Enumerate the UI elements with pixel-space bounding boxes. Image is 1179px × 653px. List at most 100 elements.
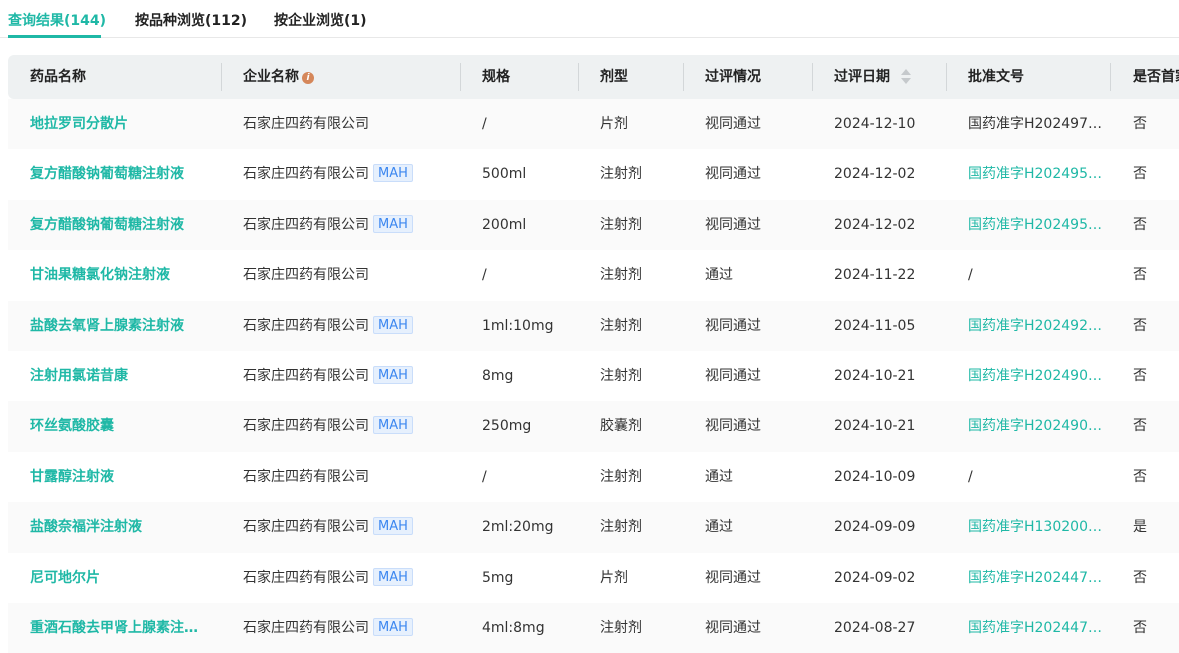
first-approval-cell: 否 xyxy=(1133,267,1147,284)
column-divider xyxy=(812,63,813,91)
table-row[interactable]: 复方醋酸钠葡萄糖注射液 石家庄四药有限公司 MAH 200ml 注射剂 视同通过 … xyxy=(8,199,1179,251)
drug-name-link[interactable]: 复方醋酸钠葡萄糖注射液 xyxy=(30,200,184,250)
drug-name-link[interactable]: 尼可地尔片 xyxy=(30,553,100,603)
company-cell: 石家庄四药有限公司 MAH xyxy=(243,553,413,603)
spec-cell: 5mg xyxy=(482,569,514,586)
approval-number-cell: / xyxy=(968,267,973,284)
evaluation-date-cell: 2024-11-22 xyxy=(834,267,916,284)
approval-number-link[interactable]: 国药准字H202490… xyxy=(968,401,1102,451)
table-row[interactable]: 地拉罗司分散片 石家庄四药有限公司 / 片剂 视同通过 2024-12-10 国… xyxy=(8,99,1179,150)
col-evaluation-status: 过评情况 xyxy=(705,69,761,85)
evaluation-status-cell: 视同通过 xyxy=(705,367,761,384)
company-name: 石家庄四药有限公司 xyxy=(243,569,369,586)
table-row[interactable]: 复方醋酸钠葡萄糖注射液 石家庄四药有限公司 MAH 500ml 注射剂 视同通过 … xyxy=(8,149,1179,199)
first-approval-cell: 否 xyxy=(1133,367,1147,384)
first-approval-cell: 否 xyxy=(1133,468,1147,485)
drug-name-link[interactable]: 复方醋酸钠葡萄糖注射液 xyxy=(30,149,184,199)
evaluation-date-cell: 2024-12-02 xyxy=(834,216,916,233)
info-icon[interactable]: i xyxy=(302,72,314,84)
spec-cell: 8mg xyxy=(482,367,514,384)
table-row[interactable]: 注射用氯诺昔康 石家庄四药有限公司 MAH 8mg 注射剂 视同通过 2024-1… xyxy=(8,351,1179,401)
col-dosage-form: 剂型 xyxy=(600,69,628,85)
company-name: 石家庄四药有限公司 xyxy=(243,619,369,636)
tab-browse-by-variety[interactable]: 按品种浏览(112) xyxy=(135,10,247,30)
dosage-form-cell: 注射剂 xyxy=(600,267,642,284)
table-row[interactable]: 尼可地尔片 石家庄四药有限公司 MAH 5mg 片剂 视同通过 2024-09-0… xyxy=(8,553,1179,603)
table-row[interactable]: 甘露醇注射液 石家庄四药有限公司 / 注射剂 通过 2024-10-09 / 否 xyxy=(8,452,1179,502)
drug-name-link[interactable]: 重酒石酸去甲肾上腺素注… xyxy=(30,603,198,653)
column-divider xyxy=(946,63,947,91)
dosage-form-cell: 片剂 xyxy=(600,116,628,132)
spec-cell: / xyxy=(482,267,487,284)
evaluation-status-cell: 视同通过 xyxy=(705,317,761,334)
drug-name-link[interactable]: 环丝氨酸胶囊 xyxy=(30,401,114,451)
table-row[interactable]: 环丝氨酸胶囊 石家庄四药有限公司 MAH 250mg 胶囊剂 视同通过 2024-… xyxy=(8,401,1179,452)
dosage-form-cell: 注射剂 xyxy=(600,166,642,183)
col-spec: 规格 xyxy=(482,69,510,85)
dosage-form-cell: 注射剂 xyxy=(600,519,642,536)
results-table: 药品名称 企业名称i 规格 剂型 过评情况 过评日期 批准文号 是否首家 地拉罗… xyxy=(8,55,1179,653)
first-approval-cell: 否 xyxy=(1133,569,1147,586)
company-cell: 石家庄四药有限公司 MAH xyxy=(243,351,413,401)
approval-number-link[interactable]: 国药准字H202447… xyxy=(968,553,1102,603)
spec-cell: 1ml:10mg xyxy=(482,317,554,334)
drug-name-link[interactable]: 注射用氯诺昔康 xyxy=(30,351,128,401)
drug-name-link[interactable]: 甘油果糖氯化钠注射液 xyxy=(30,250,170,300)
evaluation-date-cell: 2024-09-09 xyxy=(834,519,916,536)
company-name: 石家庄四药有限公司 xyxy=(243,267,369,284)
first-approval-cell: 否 xyxy=(1133,216,1147,233)
column-divider xyxy=(460,63,461,91)
evaluation-date-cell: 2024-12-10 xyxy=(834,116,916,132)
drug-name-link[interactable]: 甘露醇注射液 xyxy=(30,452,114,502)
evaluation-date-cell: 2024-10-21 xyxy=(834,367,916,384)
col-company-label: 企业名称 xyxy=(243,69,299,85)
table-row[interactable]: 盐酸去氧肾上腺素注射液 石家庄四药有限公司 MAH 1ml:10mg 注射剂 视同… xyxy=(8,300,1179,351)
spec-cell: 200ml xyxy=(482,216,527,233)
approval-number-link[interactable]: 国药准字H202495… xyxy=(968,200,1102,250)
approval-number-link[interactable]: 国药准字H202490… xyxy=(968,351,1102,401)
company-cell: 石家庄四药有限公司 MAH xyxy=(243,502,413,552)
first-approval-cell: 否 xyxy=(1133,418,1147,435)
tab-browse-by-company[interactable]: 按企业浏览(1) xyxy=(274,10,367,30)
drug-name-link[interactable]: 地拉罗司分散片 xyxy=(30,99,128,149)
evaluation-status-cell: 视同通过 xyxy=(705,216,761,233)
column-divider xyxy=(221,63,222,91)
evaluation-status-cell: 视同通过 xyxy=(705,116,761,132)
evaluation-date-cell: 2024-12-02 xyxy=(834,166,916,183)
approval-number-link[interactable]: 国药准字H202495… xyxy=(968,149,1102,199)
first-approval-cell: 是 xyxy=(1133,519,1147,536)
drug-name-link[interactable]: 盐酸奈福泮注射液 xyxy=(30,502,142,552)
tab-query-results[interactable]: 查询结果(144) xyxy=(8,10,106,30)
table-row[interactable]: 甘油果糖氯化钠注射液 石家庄四药有限公司 / 注射剂 通过 2024-11-22… xyxy=(8,250,1179,300)
company-cell: 石家庄四药有限公司 xyxy=(243,452,369,502)
drug-name-link[interactable]: 盐酸去氧肾上腺素注射液 xyxy=(30,301,184,351)
spec-cell: 500ml xyxy=(482,166,527,183)
mah-badge: MAH xyxy=(373,164,413,183)
mah-badge: MAH xyxy=(373,214,413,233)
table-row[interactable]: 盐酸奈福泮注射液 石家庄四药有限公司 MAH 2ml:20mg 注射剂 通过 20… xyxy=(8,502,1179,553)
spec-cell: / xyxy=(482,116,487,132)
approval-number-cell: / xyxy=(968,468,973,485)
sort-icon[interactable] xyxy=(901,69,911,85)
evaluation-status-cell: 视同通过 xyxy=(705,569,761,586)
company-cell: 石家庄四药有限公司 MAH xyxy=(243,301,413,351)
approval-number-link[interactable]: 国药准字H202447… xyxy=(968,603,1102,653)
spec-cell: / xyxy=(482,468,487,485)
evaluation-status-cell: 视同通过 xyxy=(705,619,761,636)
col-evaluation-date[interactable]: 过评日期 xyxy=(834,55,890,99)
evaluation-date-cell: 2024-09-02 xyxy=(834,569,916,586)
approval-number-link[interactable]: 国药准字H130200… xyxy=(968,502,1102,552)
table-row[interactable]: 重酒石酸去甲肾上腺素注… 石家庄四药有限公司 MAH 4ml:8mg 注射剂 视同… xyxy=(8,602,1179,653)
col-first-approval: 是否首家 xyxy=(1133,69,1179,85)
approval-number-link[interactable]: 国药准字H202492… xyxy=(968,301,1102,351)
company-name: 石家庄四药有限公司 xyxy=(243,116,369,132)
mah-badge: MAH xyxy=(373,517,413,536)
approval-number-cell: 国药准字H202497… xyxy=(968,116,1102,132)
mah-badge: MAH xyxy=(373,416,413,435)
company-name: 石家庄四药有限公司 xyxy=(243,367,369,384)
column-divider xyxy=(1110,63,1111,91)
dosage-form-cell: 注射剂 xyxy=(600,619,642,636)
table-header: 药品名称 企业名称i 规格 剂型 过评情况 过评日期 批准文号 是否首家 xyxy=(8,55,1179,99)
company-cell: 石家庄四药有限公司 MAH xyxy=(243,200,413,250)
result-tabs: 查询结果(144) 按品种浏览(112) 按企业浏览(1) xyxy=(0,0,1179,38)
